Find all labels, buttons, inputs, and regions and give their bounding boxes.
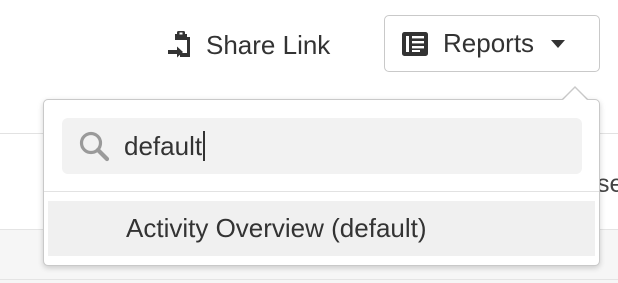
search-field[interactable]: default — [62, 118, 582, 174]
row-divider — [0, 279, 618, 280]
report-option-label: Activity Overview (default) — [126, 213, 427, 243]
chevron-down-icon — [551, 39, 566, 48]
text-cursor — [203, 131, 206, 161]
dropdown-caret-fill — [562, 88, 588, 101]
clipboard-share-icon — [168, 31, 190, 58]
reports-dropdown-button[interactable]: Reports — [384, 15, 600, 72]
report-option-activity-overview[interactable]: Activity Overview (default) — [48, 201, 595, 256]
search-input[interactable]: default — [124, 131, 202, 162]
report-document-icon — [402, 31, 428, 56]
background-text: se — [597, 170, 618, 198]
dropdown-divider — [44, 191, 599, 192]
share-link-label: Share Link — [206, 29, 331, 60]
reports-label: Reports — [443, 28, 535, 58]
reports-dropdown-menu: default Activity Overview (default) — [43, 99, 600, 266]
share-link-button[interactable]: Share Link — [166, 27, 330, 63]
search-icon — [79, 131, 110, 162]
